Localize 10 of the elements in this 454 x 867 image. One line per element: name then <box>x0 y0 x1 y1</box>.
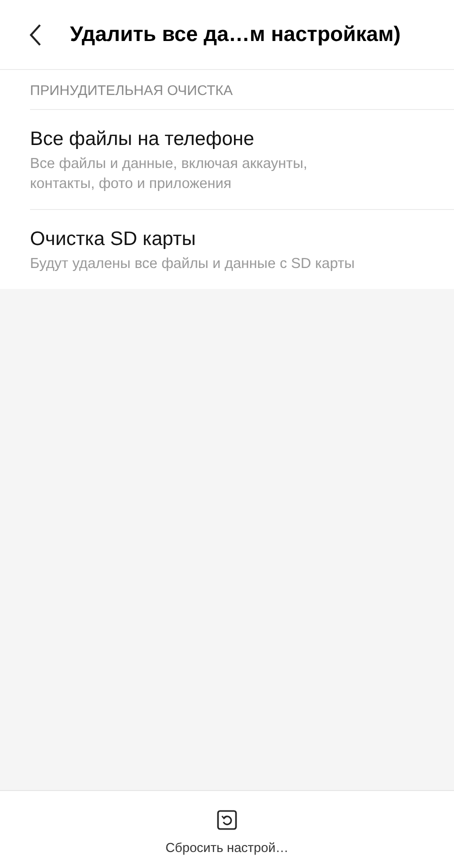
reset-settings-button[interactable]: Сбросить настрой… <box>166 810 288 855</box>
item-title: Очистка SD карты <box>30 228 197 251</box>
reset-icon <box>216 810 237 830</box>
page-title: Удалить все да…м настройкам) <box>70 22 401 46</box>
item-subtitle: Все файлы и данные, включая аккаунты, контакты, фото и приложения <box>30 155 308 194</box>
item-subtitle: Будут удалены все файлы и данные с SD карты <box>30 255 356 274</box>
settings-item[interactable]: Все файлы на телефоне Все файлы и данные, включая аккаунты, контакты, фото и приложения <box>30 110 454 210</box>
section-header: ПРИНУДИТЕЛЬНАЯ ОЧИСТКА <box>30 70 454 110</box>
settings-item[interactable]: Очистка SD карты Будут удалены все файлы и данные с SD карты <box>30 210 454 289</box>
item-title: Все файлы на телефоне <box>30 128 256 151</box>
